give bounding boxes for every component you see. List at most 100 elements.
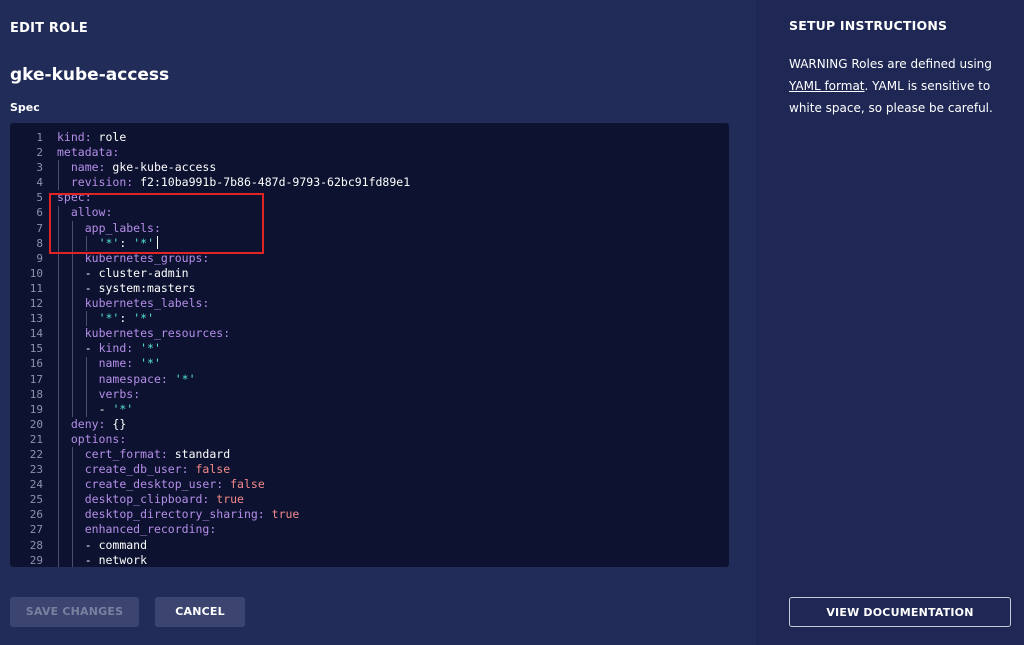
line-number: 3 xyxy=(36,161,43,175)
code-line[interactable]: 18 verbs: xyxy=(10,387,720,402)
line-number: 10 xyxy=(29,266,43,280)
code-text: namespace: '*' xyxy=(99,372,196,387)
line-number: 14 xyxy=(29,327,43,341)
line-number: 6 xyxy=(36,206,43,220)
code-token: metadata: xyxy=(57,145,120,160)
yaml-format-link[interactable]: YAML format xyxy=(789,79,865,93)
code-text: - command xyxy=(85,538,147,553)
code-text: options: xyxy=(71,432,126,447)
code-line[interactable]: 1 kind: role xyxy=(10,130,720,145)
line-number: 17 xyxy=(29,372,43,386)
instructions-text: WARNING Roles are defined using YAML for… xyxy=(789,53,1011,119)
code-token: enhanced_recording: xyxy=(84,522,217,537)
code-token: namespace: xyxy=(98,371,175,386)
code-token: '*' xyxy=(133,311,154,326)
line-number: 9 xyxy=(36,251,43,265)
code-text: kubernetes_resources: xyxy=(85,326,230,341)
line-number: 16 xyxy=(29,357,43,371)
code-token: true xyxy=(271,507,300,522)
code-line[interactable]: 15 - kind: '*' xyxy=(10,341,720,356)
code-text: create_desktop_user: false xyxy=(85,477,265,492)
highlight-annotation xyxy=(49,193,264,254)
code-token: options: xyxy=(70,431,127,446)
code-token: create_db_user: xyxy=(84,462,196,477)
code-line[interactable]: 26 desktop_directory_sharing: true xyxy=(10,507,720,522)
code-token: kind: xyxy=(98,341,141,356)
code-text: kubernetes_labels: xyxy=(85,296,210,311)
code-token: revision: xyxy=(70,175,141,190)
code-line[interactable]: 13 '*': '*' xyxy=(10,311,720,326)
code-line[interactable]: 10 - cluster-admin xyxy=(10,266,720,281)
line-number: 19 xyxy=(29,402,43,416)
code-token: - system:masters xyxy=(84,280,196,295)
code-text: metadata: xyxy=(57,145,119,160)
code-text: enhanced_recording: xyxy=(85,522,217,537)
page-title: EDIT ROLE xyxy=(10,21,88,36)
code-text: '*': '*' xyxy=(99,311,154,326)
instructions-title: SETUP INSTRUCTIONS xyxy=(789,18,948,33)
line-number: 15 xyxy=(29,342,43,356)
indent-guide xyxy=(85,356,87,417)
code-line[interactable]: 3 name: gke-kube-access xyxy=(10,160,720,175)
spec-label: Spec xyxy=(10,101,40,114)
code-text: revision: f2:10ba991b-7b86-487d-9793-62b… xyxy=(71,175,410,190)
code-text: desktop_directory_sharing: true xyxy=(85,507,300,522)
line-number: 29 xyxy=(29,553,43,567)
code-token: '*' xyxy=(174,371,196,386)
code-line[interactable]: 2 metadata: xyxy=(10,145,720,160)
line-number: 11 xyxy=(29,281,43,295)
code-line[interactable]: 20 deny: {} xyxy=(10,417,720,432)
yaml-editor[interactable]: 1 kind: role 2 metadata: 3 name: gke-kube-acc… xyxy=(10,123,729,567)
code-text: - system:masters xyxy=(85,281,196,296)
code-line[interactable]: 29 - network xyxy=(10,553,720,567)
role-name: gke-kube-access xyxy=(10,65,170,85)
code-line[interactable]: 14 kubernetes_resources: xyxy=(10,326,720,341)
cancel-button[interactable]: CANCEL xyxy=(155,597,245,627)
code-line[interactable]: 4 revision: f2:10ba991b-7b86-487d-9793-62… xyxy=(10,175,720,190)
code-token: false xyxy=(230,477,265,492)
save-changes-button[interactable]: SAVE CHANGES xyxy=(10,597,139,627)
code-line[interactable]: 27 enhanced_recording: xyxy=(10,522,720,537)
code-token: : xyxy=(119,311,134,326)
code-text: deny: {} xyxy=(71,417,126,432)
code-line[interactable]: 22 cert_format: standard xyxy=(10,447,720,462)
code-line[interactable]: 17 namespace: '*' xyxy=(10,372,720,387)
code-token: name: xyxy=(98,356,141,371)
code-token: - cluster-admin xyxy=(84,265,189,280)
code-token: gke-kube-access xyxy=(112,160,217,175)
line-number: 5 xyxy=(36,191,43,205)
view-documentation-button[interactable]: VIEW DOCUMENTATION xyxy=(789,597,1011,627)
code-token: f2:10ba991b-7b86-487d-9793-62bc91fd89e1 xyxy=(140,175,411,190)
code-text: - kind: '*' xyxy=(85,341,161,356)
code-line[interactable]: 24 create_desktop_user: false xyxy=(10,477,720,492)
code-text: desktop_clipboard: true xyxy=(85,492,244,507)
code-token: {} xyxy=(112,416,127,431)
code-text: name: '*' xyxy=(99,356,161,371)
line-number: 21 xyxy=(29,432,43,446)
line-number: 1 xyxy=(36,131,43,144)
line-number: 22 xyxy=(29,447,43,461)
indent-guide xyxy=(71,447,73,567)
code-token: standard xyxy=(174,446,231,461)
code-text: - network xyxy=(85,553,147,567)
code-line[interactable]: 16 name: '*' xyxy=(10,356,720,371)
code-text: - '*' xyxy=(99,402,134,417)
code-text: verbs: xyxy=(99,387,141,402)
code-line[interactable]: 12 kubernetes_labels: xyxy=(10,296,720,311)
indent-guide xyxy=(58,160,59,191)
code-line[interactable]: 23 create_db_user: false xyxy=(10,462,720,477)
code-line[interactable]: 25 desktop_clipboard: true xyxy=(10,492,720,507)
line-number: 13 xyxy=(29,312,43,326)
code-token: name: xyxy=(70,160,113,175)
line-number: 8 xyxy=(36,236,43,250)
line-number: 26 xyxy=(29,508,43,522)
code-token: role xyxy=(98,130,127,144)
code-line[interactable]: 28 - command xyxy=(10,538,720,553)
code-line[interactable]: 21 options: xyxy=(10,432,720,447)
code-line[interactable]: 19 - '*' xyxy=(10,402,720,417)
code-line[interactable]: 11 - system:masters xyxy=(10,281,720,296)
indent-guide xyxy=(85,311,87,327)
code-token: - xyxy=(98,401,113,416)
code-token: verbs: xyxy=(98,386,141,401)
code-token: create_desktop_user: xyxy=(84,477,231,492)
